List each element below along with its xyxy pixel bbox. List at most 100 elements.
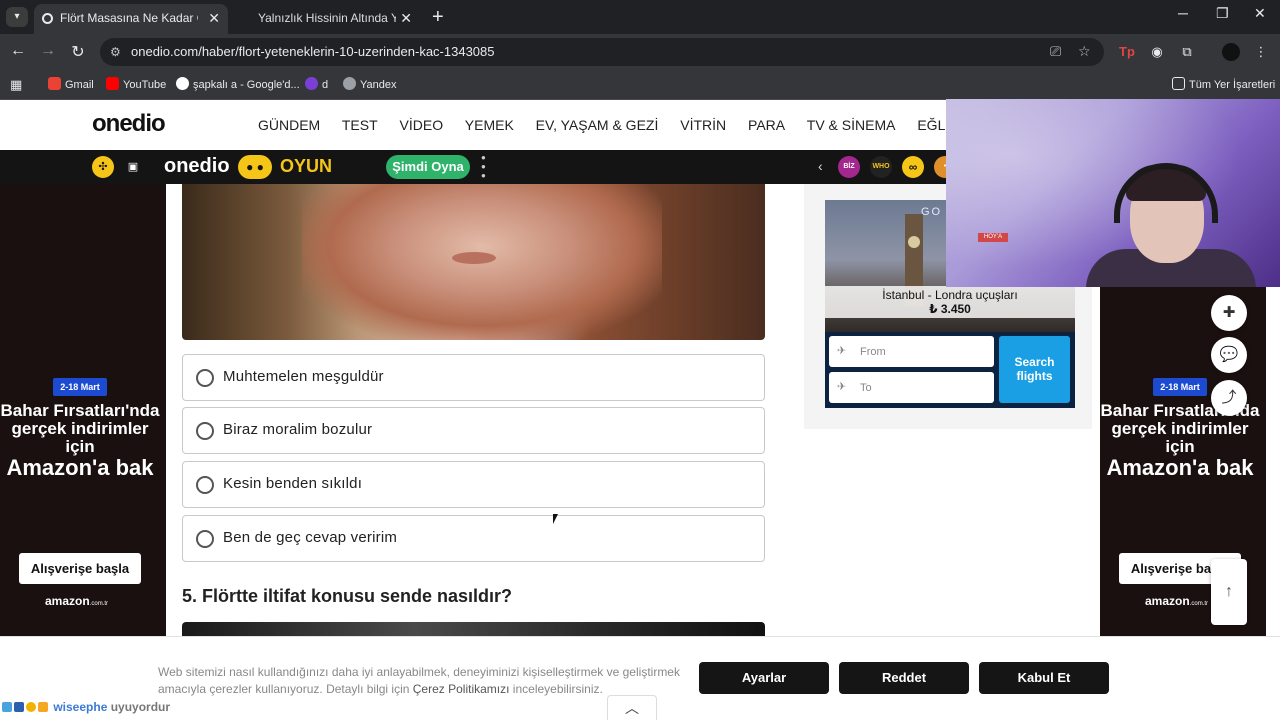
browser-menu-icon[interactable]: ⋮ [1252, 43, 1270, 61]
tab-active[interactable]: Flört Masasına Ne Kadar Güçlü ✕ [34, 4, 228, 34]
new-tab-button[interactable]: + [432, 4, 444, 30]
radio-button[interactable] [196, 476, 214, 494]
onedio-logo[interactable]: onedio [92, 110, 166, 138]
forward-icon[interactable]: → [38, 42, 58, 60]
gmail-icon [48, 77, 61, 90]
webcam-overlay: HOY'A [946, 99, 1280, 287]
add-note-icon[interactable]: ✚ [1211, 295, 1247, 331]
left-amazon-ad[interactable]: 2-18 Mart Bahar Fırsatları'nda gerçek in… [0, 184, 166, 636]
overlay-icon [14, 702, 24, 712]
nav-ev-yasam-gezi[interactable]: EV, YAŞAM & GEZİ [536, 117, 659, 133]
flight-route: İstanbul - Londra uçuşları [882, 288, 1018, 302]
cookie-accept-button[interactable]: Kabul Et [979, 662, 1109, 694]
radio-button[interactable] [196, 530, 214, 548]
extension-mask-icon[interactable]: ◉ [1148, 43, 1166, 61]
d-site-icon [305, 77, 318, 90]
chevron-up-icon[interactable]: ︿ [607, 695, 657, 720]
bookmarks-bar: ▦ Gmail YouTube şapkalı a - Google'd... … [0, 70, 1280, 100]
bookmark-gmail[interactable]: Gmail [48, 77, 94, 91]
stream-overlay: wiseephe uyuyordur [2, 700, 170, 715]
install-app-icon[interactable]: ⎚ [1050, 43, 1061, 60]
landing-icon: ✈ [837, 381, 847, 393]
chevron-left-icon[interactable]: ‹ [818, 158, 823, 174]
nav-test[interactable]: TEST [342, 117, 378, 133]
share-icon[interactable]: ⤴ [1211, 380, 1247, 416]
cookie-reject-button[interactable]: Reddet [839, 662, 969, 694]
search-flights-button[interactable]: Search flights [999, 336, 1070, 403]
minimize-icon[interactable]: ─ [1178, 5, 1188, 21]
cookie-settings-button[interactable]: Ayarlar [699, 662, 829, 694]
extensions-puzzle-icon[interactable]: ⧉ [1178, 43, 1196, 61]
address-bar[interactable]: ⚙ onedio.com/haber/flort-yeteneklerin-10… [100, 38, 1104, 66]
site-info-icon[interactable]: ⚙ [110, 45, 121, 59]
ad-shop-button[interactable]: Alışverişe başla [19, 553, 141, 584]
comments-icon[interactable]: 💬 [1211, 337, 1247, 373]
maximize-icon[interactable]: ❐ [1216, 5, 1229, 22]
quiz-option[interactable]: Biraz moralim bozulur [182, 407, 765, 454]
gamepad-icon[interactable]: ✣ [92, 156, 114, 178]
tab-inactive[interactable]: Yalnızlık Hissinin Altında Yatan ( ✕ [238, 4, 420, 34]
profile-avatar[interactable] [1222, 43, 1240, 61]
bookmark-d[interactable]: d [305, 77, 328, 91]
tab-favicon-icon [42, 13, 53, 24]
wall-sign: HOY'A [978, 233, 1008, 242]
bookmark-youtube[interactable]: YouTube [106, 77, 166, 91]
game-thumb[interactable]: BİZ POS [838, 156, 860, 192]
question-title: 5. Flörtte iltifat konusu sende nasıldır… [182, 586, 513, 606]
game-bar: ✣ ▣ onedio ● ● OYUN Şimdi Oyna ● ● ● ‹ BİZ… [0, 150, 956, 192]
nav-gundem[interactable]: GÜNDEM [258, 117, 320, 133]
nav-vitrin[interactable]: VİTRİN [680, 117, 726, 133]
scroll-to-top-button[interactable]: ↑ [1211, 559, 1247, 625]
back-icon[interactable]: ← [8, 42, 28, 60]
game-bar-oyun[interactable]: OYUN [280, 156, 332, 177]
folder-icon [1172, 77, 1185, 90]
tab-search-button[interactable]: ▾ [6, 7, 28, 27]
cookie-policy-link[interactable]: Çerez Politikamızı [413, 682, 510, 696]
mouse-cursor-icon [553, 514, 558, 524]
takeoff-icon: ✈ [837, 345, 847, 357]
tab-close-icon[interactable]: ✕ [208, 4, 220, 32]
quiz-option[interactable]: Kesin benden sıkıldı [182, 461, 765, 508]
nav-yemek[interactable]: YEMEK [465, 117, 514, 133]
option-label: Ben de geç cevap veririm [223, 529, 398, 546]
nav-tv-sinema[interactable]: TV & SİNEMA [807, 117, 896, 133]
minimize-bar-icon[interactable]: ▣ [122, 156, 144, 178]
reload-icon[interactable]: ↻ [68, 42, 88, 62]
to-field[interactable]: ✈ To [829, 372, 994, 403]
controller-icon: ● ● [238, 155, 272, 179]
cookie-banner: Web sitemizi nasıl kullandığınızı daha i… [0, 636, 1280, 720]
tab-title: Yalnızlık Hissinin Altında Yatan ( [258, 11, 396, 25]
flight-price: ₺ 3.450 [929, 302, 971, 316]
option-label: Kesin benden sıkıldı [223, 475, 363, 492]
play-now-button[interactable]: Şimdi Oyna [386, 155, 470, 179]
extension-tp-icon[interactable]: Tp [1118, 43, 1136, 61]
tab-close-icon[interactable]: ✕ [400, 4, 412, 32]
question-image [182, 184, 765, 340]
browser-tabbar: ▾ Flört Masasına Ne Kadar Güçlü ✕ Yalnız… [0, 0, 1280, 34]
browser-toolbar: ← → ↻ ⚙ onedio.com/haber/flort-yetenekle… [0, 34, 1280, 70]
main-navigation: GÜNDEM TEST VİDEO YEMEK EV, YAŞAM & GEZİ… [258, 117, 1002, 133]
amazon-logo: amazon.com.tr [1145, 594, 1209, 608]
from-field[interactable]: ✈ From [829, 336, 994, 367]
option-label: Muhtemelen meşguldür [223, 368, 384, 385]
apps-grid-icon[interactable]: ▦ [10, 77, 22, 93]
quiz-option[interactable]: Muhtemelen meşguldür [182, 354, 765, 401]
game-thumb[interactable]: WHO WAS [870, 156, 892, 192]
quiz-option[interactable]: Ben de geç cevap veririm [182, 515, 765, 562]
radio-button[interactable] [196, 422, 214, 440]
stream-status: uyuyordur [110, 700, 171, 714]
radio-button[interactable] [196, 369, 214, 387]
game-bar-logo[interactable]: onedio [164, 155, 230, 178]
overlay-icon [26, 702, 36, 712]
nav-video[interactable]: VİDEO [400, 117, 444, 133]
window-close-icon[interactable]: ✕ [1254, 5, 1266, 22]
game-thumb[interactable]: ∞ [902, 156, 924, 178]
all-bookmarks[interactable]: Tüm Yer İşaretleri [1172, 77, 1275, 91]
bookmark-google[interactable]: şapkalı a - Google'd... [176, 77, 300, 91]
option-label: Biraz moralim bozulur [223, 421, 373, 438]
more-options-icon[interactable]: ● ● ● [481, 153, 487, 180]
bookmark-yandex[interactable]: Yandex [343, 77, 397, 91]
nav-para[interactable]: PARA [748, 117, 785, 133]
bookmark-star-icon[interactable]: ☆ [1078, 43, 1091, 60]
overlay-icon [38, 702, 48, 712]
